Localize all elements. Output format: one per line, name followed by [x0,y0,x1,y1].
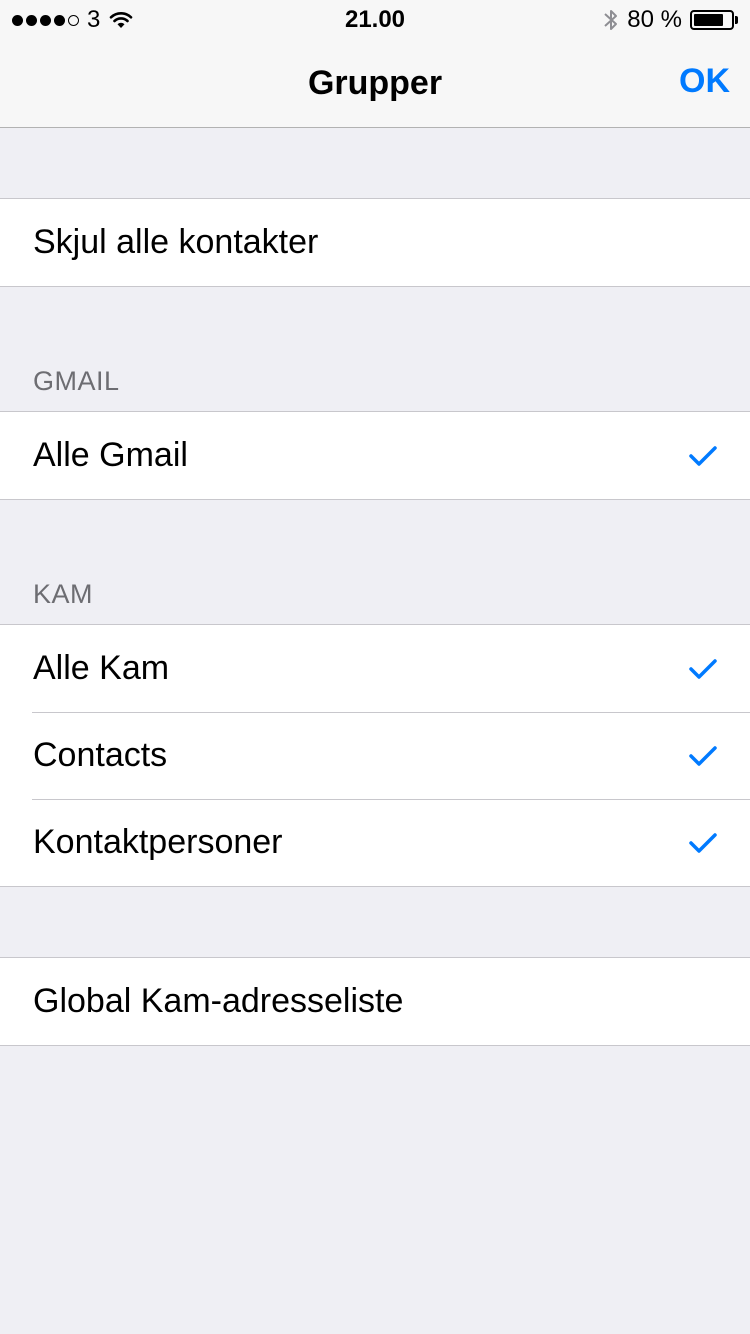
groups-list: Skjul alle kontakter GMAIL Alle Gmail KA… [0,128,750,1046]
row-label: Alle Gmail [33,436,188,474]
group-row-contacts[interactable]: Contacts [0,712,750,799]
row-label: Global Kam-adresseliste [33,982,404,1020]
status-bar: 3 21.00 80 % [0,0,750,40]
status-right: 80 % [603,6,738,34]
global-address-group: Global Kam-adresseliste [0,957,750,1046]
ok-button[interactable]: OK [679,62,730,101]
hide-all-group: Skjul alle kontakter [0,198,750,287]
checkmark-icon [689,658,717,679]
checkmark-icon [689,445,717,466]
navigation-bar: Grupper OK [0,40,750,128]
status-left: 3 [12,6,134,34]
battery-icon [690,10,738,30]
carrier-name: 3 [87,6,101,33]
group-row-kontaktpersoner[interactable]: Kontaktpersoner [0,799,750,886]
section-header-kam: KAM [33,579,94,609]
row-label: Kontaktpersoner [33,823,283,861]
row-label: Skjul alle kontakter [33,223,319,261]
bluetooth-icon [604,10,618,30]
group-row-alle-gmail[interactable]: Alle Gmail [0,412,750,499]
wifi-icon [110,12,133,28]
row-label: Alle Kam [33,649,170,687]
signal-strength-icon [12,14,79,26]
section-header-gmail: GMAIL [33,366,120,396]
row-label: Contacts [33,736,168,774]
checkmark-icon [689,832,717,853]
battery-percentage: 80 % [627,6,682,33]
group-row-alle-kam[interactable]: Alle Kam [0,625,750,712]
checkmark-icon [689,745,717,766]
hide-all-contacts-row[interactable]: Skjul alle kontakter [0,199,750,286]
page-title: Grupper [307,64,443,102]
gmail-group: Alle Gmail [0,411,750,500]
global-address-list-row[interactable]: Global Kam-adresseliste [0,958,750,1045]
kam-group: Alle Kam Contacts Kontaktpersoner [0,624,750,887]
